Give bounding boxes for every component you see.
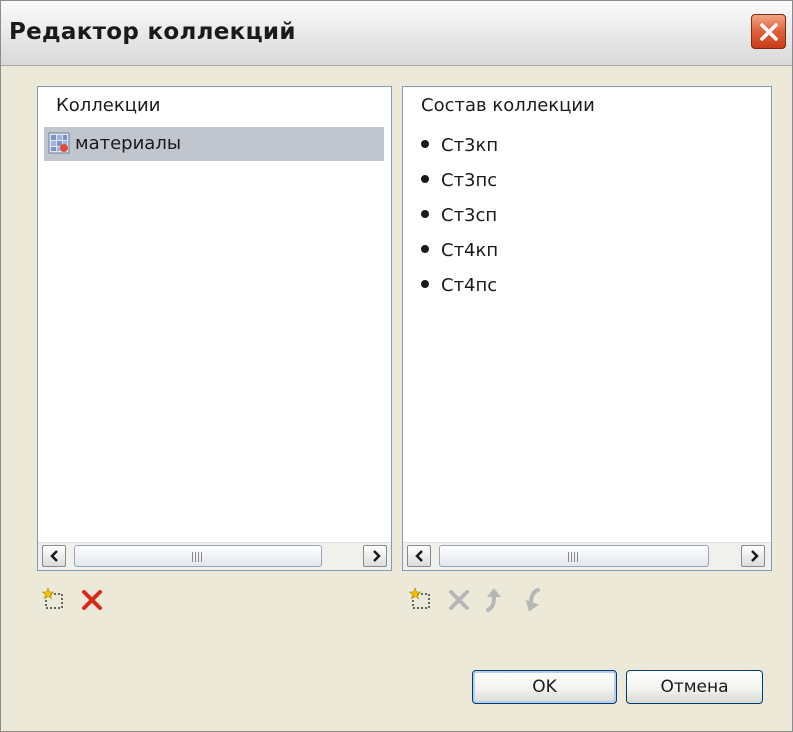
close-icon: [760, 23, 778, 41]
members-hscrollbar[interactable]: [403, 542, 771, 570]
title-bar[interactable]: Редактор коллекций: [1, 1, 792, 66]
ok-button[interactable]: OK: [472, 670, 617, 704]
collection-item-label: материалы: [75, 133, 182, 154]
cancel-button[interactable]: Отмена: [626, 670, 763, 704]
new-item-icon: [41, 587, 63, 609]
member-item[interactable]: Ст4кп: [421, 240, 498, 274]
collection-editor-dialog: Редактор коллекций Коллекции материалы С…: [0, 0, 793, 732]
member-item[interactable]: Ст3пс: [421, 170, 497, 204]
collection-icon: [48, 132, 70, 154]
members-toolbar: [404, 581, 584, 621]
chevron-right-icon: [751, 550, 759, 562]
member-item[interactable]: Ст3сп: [421, 205, 497, 239]
arrow-down-icon: [525, 588, 540, 612]
add-member-button[interactable]: [404, 581, 438, 619]
scroll-left-button[interactable]: [407, 545, 431, 567]
delete-collection-button[interactable]: [75, 581, 109, 619]
chevron-left-icon: [50, 550, 58, 562]
move-up-button[interactable]: [478, 581, 512, 619]
member-label: Ст4кп: [441, 240, 499, 261]
scroll-right-button[interactable]: [363, 545, 387, 567]
move-down-button[interactable]: [514, 581, 548, 619]
chevron-right-icon: [373, 550, 381, 562]
member-label: Ст3кп: [441, 135, 499, 156]
bullet-icon: [421, 175, 429, 183]
collections-hscrollbar[interactable]: [38, 542, 391, 570]
member-item[interactable]: Ст4пс: [421, 275, 497, 309]
collections-toolbar: [37, 581, 127, 621]
scroll-thumb[interactable]: [74, 545, 322, 567]
add-collection-button[interactable]: [37, 581, 71, 619]
new-item-icon: [408, 587, 430, 609]
scroll-left-button[interactable]: [42, 545, 66, 567]
collections-header: Коллекции: [56, 95, 161, 116]
member-item[interactable]: Ст3кп: [421, 135, 498, 169]
grip-icon: [568, 552, 580, 562]
grip-icon: [192, 552, 204, 562]
scroll-thumb[interactable]: [439, 545, 709, 567]
bullet-icon: [421, 245, 429, 253]
member-label: Ст3сп: [441, 205, 498, 226]
collections-list[interactable]: Коллекции материалы: [37, 86, 392, 571]
collection-members-list[interactable]: Состав коллекции Ст3кп Ст3пс Ст3сп Ст4кп…: [402, 86, 772, 571]
bullet-icon: [421, 210, 429, 218]
window-title: Редактор коллекций: [9, 19, 296, 45]
members-header: Состав коллекции: [421, 95, 595, 116]
delete-icon: [82, 590, 102, 610]
close-button[interactable]: [751, 14, 786, 49]
chevron-left-icon: [415, 550, 423, 562]
member-label: Ст3пс: [441, 170, 498, 191]
member-label: Ст4пс: [441, 275, 498, 296]
bullet-icon: [421, 280, 429, 288]
scroll-right-button[interactable]: [741, 545, 765, 567]
arrow-up-icon: [486, 588, 501, 612]
bullet-icon: [421, 140, 429, 148]
delete-icon: [449, 590, 469, 610]
delete-member-button[interactable]: [442, 581, 476, 619]
